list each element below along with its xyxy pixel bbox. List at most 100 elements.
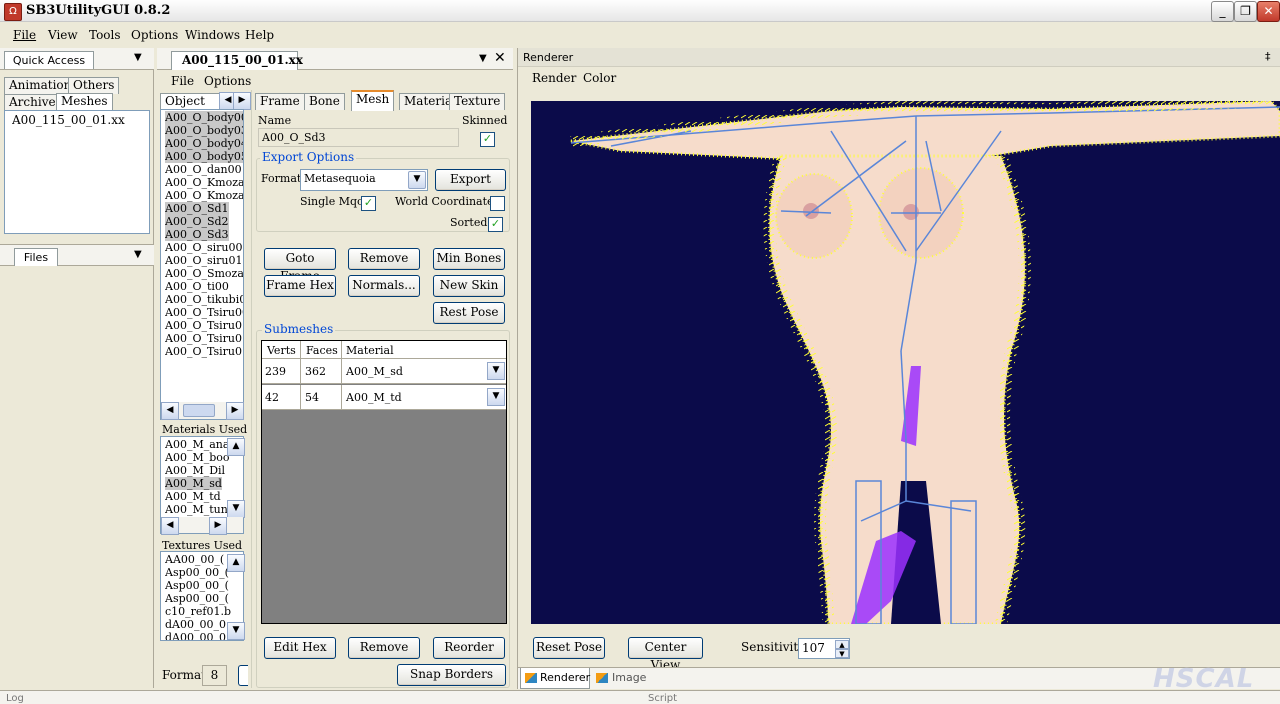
list-item[interactable]: A00_O_Smoza [165, 267, 243, 280]
sorted-checkbox[interactable]: ✓ [488, 217, 503, 232]
material-cell[interactable]: A00_M_sd [346, 365, 403, 378]
list-item[interactable]: A00_M_tun [165, 503, 228, 516]
object-tree-hscrollbar[interactable]: ◀ ▶ [161, 402, 244, 420]
scroll-up-icon[interactable]: ▲ [227, 554, 245, 572]
new-skin-button[interactable]: New Skin [433, 275, 505, 297]
list-item[interactable]: A00_M_boo [165, 451, 230, 464]
normals-button[interactable]: Normals... [348, 275, 420, 297]
menu-view[interactable]: View [48, 28, 78, 42]
table-row[interactable]: 239 362 A00_M_sd ▼ [262, 359, 506, 384]
list-item[interactable]: A00_O_dan00 [165, 163, 242, 176]
pin-icon[interactable]: ‡ [1265, 50, 1271, 63]
sensitivity-stepper[interactable]: 107 ▲ ▼ [798, 638, 850, 659]
scroll-left-icon[interactable]: ◀ [161, 402, 179, 420]
script-label[interactable]: Script [648, 693, 677, 704]
list-item[interactable]: A00_O_body05 [165, 150, 243, 163]
list-item[interactable]: Asp00_00_( [165, 566, 229, 579]
close-window-button[interactable]: ✕ [1257, 1, 1280, 22]
edit-hex-button[interactable]: Edit Hex [264, 637, 336, 659]
tab-others[interactable]: Others [68, 77, 120, 94]
partial-button[interactable] [238, 665, 248, 686]
list-item[interactable]: A00_O_Tsiru00 [165, 306, 243, 319]
menu-options[interactable]: Options [131, 28, 178, 42]
minimize-button[interactable]: _ [1211, 1, 1234, 22]
table-row[interactable]: 42 54 A00_M_td ▼ [262, 385, 506, 410]
list-item[interactable]: A00_O_ti00 [165, 280, 229, 293]
dropdown-icon[interactable]: ▼ [134, 249, 142, 260]
scroll-left-icon[interactable]: ◀ [161, 517, 179, 535]
list-item[interactable]: Asp00_00_( [165, 592, 229, 605]
list-item[interactable]: A00_O_Tsiru0. [165, 319, 243, 332]
menu-windows[interactable]: Windows [185, 28, 240, 42]
rest-pose-button[interactable]: Rest Pose [433, 302, 505, 324]
min-bones-button[interactable]: Min Bones [433, 248, 505, 270]
list-item[interactable]: A00_O_Sd2 [165, 215, 229, 228]
renderer-menu-render[interactable]: Render [532, 71, 576, 85]
list-item[interactable]: A00_M_ana [165, 438, 229, 451]
tab-bone[interactable]: Bone [304, 93, 345, 110]
list-item[interactable]: A00_O_body00 [165, 111, 243, 124]
list-item[interactable]: A00_O_Kmoza [165, 176, 243, 189]
list-item[interactable]: c10_ref01.b [165, 605, 231, 618]
center-view-button[interactable]: Center View [628, 637, 703, 672]
list-item[interactable]: dA00_00_0 [165, 631, 226, 640]
scroll-right-icon[interactable]: ▶ [226, 402, 244, 420]
list-item[interactable]: A00_O_body03 [165, 124, 243, 137]
export-format-select[interactable]: Metasequoia ▼ [300, 169, 428, 191]
single-mqo-checkbox[interactable]: ✓ [361, 196, 376, 211]
chevron-down-icon[interactable]: ▼ [408, 171, 426, 189]
list-item[interactable]: A00_M_sd [165, 477, 222, 490]
material-cell[interactable]: A00_M_td [346, 391, 402, 404]
dropdown-icon[interactable]: ▼ [134, 52, 142, 63]
render-viewport[interactable] [531, 101, 1280, 624]
tab-image[interactable]: Image [593, 668, 648, 689]
tab-meshes[interactable]: Meshes [56, 93, 113, 111]
list-item[interactable]: A00_115_00_01.xx [12, 113, 125, 127]
list-item[interactable]: A00_M_td [165, 490, 221, 503]
increment-icon[interactable]: ▲ [835, 640, 849, 649]
quick-access-tab[interactable]: Quick Access [4, 51, 94, 69]
list-item[interactable]: dA00_00_0 [165, 618, 226, 631]
scroll-up-icon[interactable]: ▲ [227, 438, 245, 456]
menu-tools[interactable]: Tools [89, 28, 121, 42]
format-field[interactable]: 8 [202, 665, 227, 686]
list-item[interactable]: A00_O_Kmoza [165, 189, 243, 202]
renderer-menu-color[interactable]: Color [583, 71, 616, 85]
scroll-thumb[interactable] [183, 404, 215, 417]
restore-button[interactable]: ❐ [1234, 1, 1257, 22]
close-icon[interactable]: ✕ [494, 50, 506, 66]
tab-mesh[interactable]: Mesh [351, 90, 395, 111]
materials-hscrollbar[interactable]: ◀ ▶ [161, 517, 243, 535]
remove-mesh-button[interactable]: Remove [348, 248, 420, 270]
dropdown-icon[interactable]: ▼ [479, 53, 487, 64]
editor-menu-options[interactable]: Options [204, 74, 251, 88]
list-item[interactable]: A00_O_body04 [165, 137, 243, 150]
list-item[interactable]: A00_O_siru00 [165, 241, 242, 254]
app-icon[interactable]: Ω [4, 3, 22, 21]
column-header[interactable]: Material [346, 344, 394, 357]
export-button[interactable]: Export [435, 169, 506, 191]
reorder-button[interactable]: Reorder [433, 637, 505, 659]
snap-borders-button[interactable]: Snap Borders [397, 664, 506, 686]
scroll-down-icon[interactable]: ▼ [227, 622, 245, 640]
log-label[interactable]: Log [6, 693, 24, 704]
list-item[interactable]: A00_O_Sd3 [165, 228, 229, 241]
reset-pose-button[interactable]: Reset Pose [533, 637, 605, 659]
chevron-down-icon[interactable]: ▼ [487, 362, 505, 380]
files-tab[interactable]: Files [14, 248, 58, 266]
column-header[interactable]: Faces [306, 344, 338, 357]
decrement-icon[interactable]: ▼ [835, 649, 849, 658]
list-item[interactable]: Asp00_00_( [165, 579, 229, 592]
world-coordinates-checkbox[interactable] [490, 196, 505, 211]
document-tab[interactable]: A00_115_00_01.xx [171, 51, 303, 70]
scroll-right-icon[interactable]: ▶ [209, 517, 227, 535]
tab-frame[interactable]: Frame [255, 93, 305, 110]
tab-scroll-right-icon[interactable]: ▶ [233, 92, 251, 110]
skinned-checkbox[interactable]: ✓ [480, 132, 495, 147]
editor-menu-file[interactable]: File [171, 74, 194, 88]
list-item[interactable]: AA00_00_( [165, 553, 224, 566]
list-item[interactable]: A00_M_Dil [165, 464, 225, 477]
list-item[interactable]: A00_O_Tsiru0. [165, 345, 243, 358]
tab-texture[interactable]: Texture [449, 93, 506, 110]
scroll-down-icon[interactable]: ▼ [227, 500, 245, 518]
